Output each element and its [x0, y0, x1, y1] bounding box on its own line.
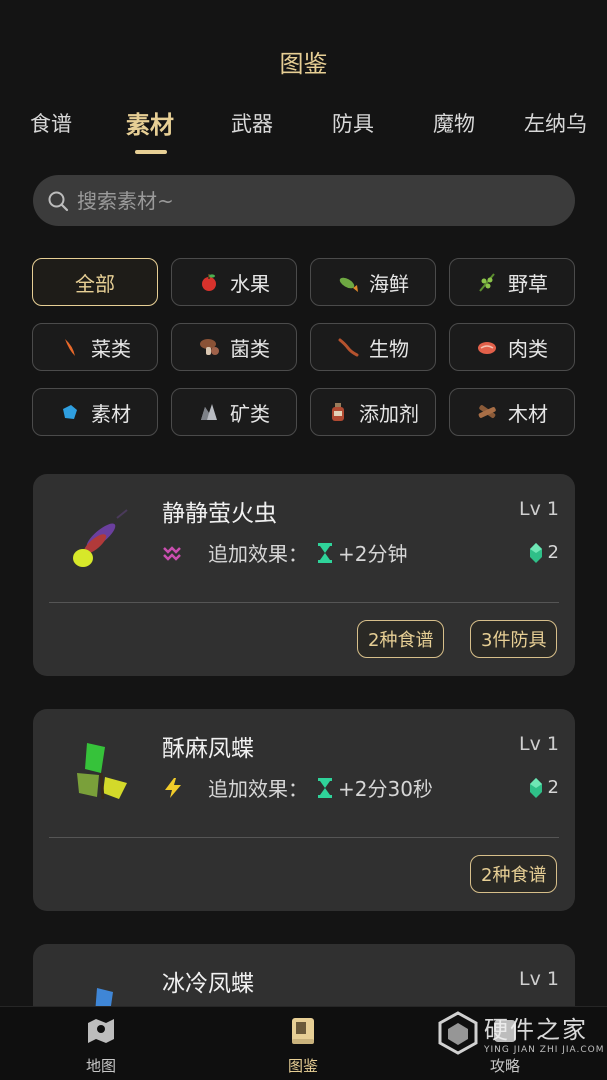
watermark: 硬件之家 YING JIAN ZHI JIA.COM — [438, 1010, 605, 1055]
watermark-subtitle: YING JIAN ZHI JIA.COM — [484, 1045, 605, 1055]
filter-mushroom[interactable]: 菌类 — [171, 323, 297, 371]
nav-label: 图鉴 — [287, 1057, 318, 1075]
firefly-image — [73, 509, 128, 567]
hourglass-icon — [318, 542, 332, 563]
filter-fruit[interactable]: 水果 — [171, 258, 297, 306]
filter-wood[interactable]: 木材 — [449, 388, 575, 436]
chip-label: 木材 — [508, 401, 548, 426]
effect-row: 追加效果： +2分钟 — [162, 538, 407, 567]
active-tab-indicator — [135, 150, 167, 154]
chip-label: 菜类 — [91, 336, 131, 361]
watermark-logo-icon — [438, 1010, 478, 1055]
nav-label: 攻略 — [489, 1057, 520, 1075]
material-card[interactable]: 酥麻凤蝶 Lv 1 追加效果： +2分30秒 2 2种食谱 — [33, 709, 575, 911]
filter-creature[interactable]: 生物 — [310, 323, 436, 371]
armor-tag-button[interactable]: 3件防具 — [470, 620, 558, 658]
recipes-tag-button[interactable]: 2种食谱 — [470, 855, 558, 893]
gem-count-value: 2 — [547, 542, 559, 563]
search-input[interactable] — [77, 188, 537, 213]
chip-label: 全部 — [75, 271, 115, 296]
lightning-icon — [165, 777, 181, 798]
divider — [49, 837, 559, 838]
chip-label: 肉类 — [508, 336, 548, 361]
recipes-tag-button[interactable]: 2种食谱 — [357, 620, 445, 658]
gem-count: 2 — [529, 542, 559, 563]
chip-label: 水果 — [230, 271, 270, 296]
effect-label: 追加效果： — [208, 542, 308, 566]
tab-zonai[interactable]: 左纳乌 — [524, 108, 587, 138]
chip-label: 添加剂 — [359, 401, 419, 426]
nav-label: 地图 — [85, 1057, 116, 1075]
filter-additive[interactable]: 添加剂 — [310, 388, 436, 436]
ore-icon — [201, 404, 217, 420]
stealth-icon — [163, 545, 181, 561]
tab-materials[interactable]: 素材 — [126, 105, 174, 140]
item-name: 冰冷凤蝶 — [162, 971, 254, 997]
tab-armor[interactable]: 防具 — [332, 108, 374, 138]
chip-label: 海鲜 — [369, 271, 409, 296]
gem-icon — [529, 542, 542, 563]
item-level: Lv 1 — [519, 968, 559, 990]
filter-all[interactable]: 全部 — [32, 258, 158, 306]
item-level: Lv 1 — [519, 498, 559, 520]
effect-label: 追加效果： — [208, 777, 308, 801]
crystal-icon — [63, 405, 77, 419]
filter-ore[interactable]: 矿类 — [171, 388, 297, 436]
carrot-icon — [65, 339, 75, 356]
herb-icon — [479, 273, 495, 292]
fish-icon — [339, 277, 358, 292]
lizard-icon — [338, 338, 359, 357]
effect-row: 追加效果： +2分30秒 — [162, 773, 433, 802]
filter-material[interactable]: 素材 — [32, 388, 158, 436]
map-icon — [88, 1019, 114, 1043]
hourglass-icon — [318, 777, 332, 798]
apple-icon — [202, 274, 216, 291]
bottle-icon — [332, 403, 344, 421]
item-name: 酥麻凤蝶 — [162, 736, 254, 762]
gem-icon — [529, 777, 542, 798]
chip-label: 生物 — [369, 336, 409, 361]
nav-map[interactable]: 地图 — [61, 1017, 141, 1076]
gem-count-value: 2 — [547, 777, 559, 798]
effect-value: +2分钟 — [338, 542, 408, 566]
filter-meat[interactable]: 肉类 — [449, 323, 575, 371]
chip-label: 素材 — [91, 401, 131, 426]
page-title: 图鉴 — [279, 50, 328, 78]
filter-seafood[interactable]: 海鲜 — [310, 258, 436, 306]
butterfly-image — [77, 743, 127, 800]
chip-label: 矿类 — [230, 401, 270, 426]
tab-weapons[interactable]: 武器 — [231, 108, 273, 138]
mushroom-icon — [200, 339, 219, 355]
book-icon — [292, 1018, 314, 1044]
gem-count: 2 — [529, 777, 559, 798]
filter-herb[interactable]: 野草 — [449, 258, 575, 306]
chip-label: 菌类 — [230, 336, 270, 361]
chip-label: 野草 — [508, 271, 548, 296]
tab-recipes[interactable]: 食谱 — [30, 108, 72, 138]
search-icon — [48, 191, 69, 211]
category-tabs: 食谱 素材 武器 防具 魔物 左纳乌 — [0, 108, 607, 158]
tab-monsters[interactable]: 魔物 — [433, 108, 475, 138]
nav-encyclopedia[interactable]: 图鉴 — [263, 1017, 343, 1076]
effect-value: +2分30秒 — [338, 777, 433, 801]
item-name: 静静萤火虫 — [162, 501, 277, 527]
divider — [49, 602, 559, 603]
item-level: Lv 1 — [519, 733, 559, 755]
filter-vegetable[interactable]: 菜类 — [32, 323, 158, 371]
wood-icon — [478, 405, 496, 419]
search-bar[interactable] — [33, 175, 575, 226]
meat-icon — [478, 342, 496, 354]
material-card[interactable]: 静静萤火虫 Lv 1 追加效果： +2分钟 2 2种食谱 3件防具 — [33, 474, 575, 676]
watermark-title: 硬件之家 — [484, 1016, 588, 1044]
